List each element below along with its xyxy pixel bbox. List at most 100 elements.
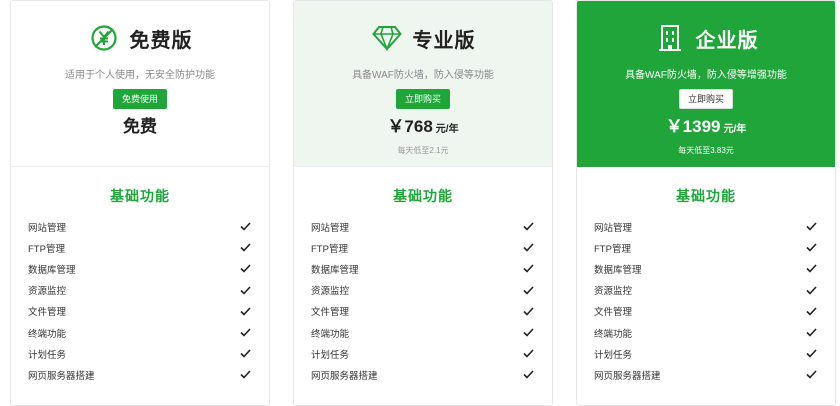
buy-now-button[interactable]: 立即购买 — [395, 89, 450, 109]
free-use-button[interactable]: 免费使用 — [112, 89, 167, 109]
check-icon — [805, 305, 817, 317]
feature-label: 网页服务器搭建 — [311, 370, 378, 382]
check-icon — [805, 221, 817, 233]
no-money-icon — [88, 22, 120, 54]
feature-label: 文件管理 — [594, 307, 633, 319]
list-item: 网站管理 — [28, 216, 251, 237]
price-amount: ￥768 — [387, 117, 433, 136]
plan-card-free: 免费版 适用于个人使用，无安全防护功能 免费使用 免费 基础功能 网站管理 FT… — [10, 0, 270, 406]
check-icon — [522, 305, 534, 317]
list-item: 计划任务 — [311, 343, 534, 364]
list-item: 资源监控 — [28, 280, 251, 301]
check-icon — [522, 242, 534, 254]
list-item: 网站管理 — [594, 216, 817, 237]
check-icon — [239, 327, 251, 339]
plan-header: 免费版 适用于个人使用，无安全防护功能 免费使用 免费 — [11, 1, 269, 167]
feature-label: 网站管理 — [28, 222, 67, 234]
feature-label: 资源监控 — [594, 286, 633, 298]
check-icon — [522, 327, 534, 339]
feature-label: 终端功能 — [28, 328, 67, 340]
price-unit: 元/年 — [723, 124, 747, 135]
check-icon — [239, 263, 251, 275]
feature-label: 网页服务器搭建 — [28, 370, 95, 382]
plan-header: 专业版 具备WAF防火墙，防入侵等功能 立即购买 ￥768 元/年 每天低至2.1… — [294, 1, 552, 167]
list-item: 终端功能 — [28, 322, 251, 343]
list-item: 文件管理 — [28, 301, 251, 322]
list-item: 计划任务 — [28, 343, 251, 364]
check-icon — [239, 221, 251, 233]
check-icon — [239, 348, 251, 360]
plan-card-enterprise: 企业版 具备WAF防火墙，防入侵等增强功能 立即购买 ￥1399 元/年 每天低至… — [576, 0, 836, 406]
list-item: 网页服务器搭建 — [311, 364, 534, 385]
plan-title-row: 企业版 — [577, 1, 835, 57]
check-icon — [239, 305, 251, 317]
check-icon — [522, 221, 534, 233]
check-icon — [805, 348, 817, 360]
list-item: 资源监控 — [594, 280, 817, 301]
price-unit: 元/年 — [435, 124, 459, 135]
check-icon — [805, 263, 817, 275]
feature-label: 数据库管理 — [28, 264, 76, 276]
plan-title-row: 免费版 — [11, 1, 269, 57]
diamond-icon — [371, 22, 403, 54]
list-item: 文件管理 — [594, 301, 817, 322]
feature-list: 网站管理 FTP管理 数据库管理 资源监控 文件管理 终端功能 计划任务 网页服… — [11, 216, 269, 386]
check-icon — [522, 284, 534, 296]
plan-header: 企业版 具备WAF防火墙，防入侵等增强功能 立即购买 ￥1399 元/年 每天低至… — [577, 1, 835, 167]
list-item: 资源监控 — [311, 280, 534, 301]
price-text: 免费 — [123, 117, 157, 136]
feature-label: 终端功能 — [311, 328, 350, 340]
check-icon — [805, 284, 817, 296]
price-amount: ￥1399 — [665, 117, 721, 136]
list-item: 数据库管理 — [594, 258, 817, 279]
check-icon — [239, 242, 251, 254]
plan-description: 具备WAF防火墙，防入侵等功能 — [352, 70, 494, 81]
feature-label: 数据库管理 — [311, 264, 359, 276]
plan-description: 具备WAF防火墙，防入侵等增强功能 — [625, 70, 787, 81]
list-item: 终端功能 — [594, 322, 817, 343]
features-title: 基础功能 — [110, 188, 170, 204]
feature-label: 数据库管理 — [594, 264, 642, 276]
check-icon — [239, 284, 251, 296]
plan-name: 免费版 — [129, 29, 193, 52]
list-item: 网页服务器搭建 — [28, 364, 251, 385]
check-icon — [805, 369, 817, 381]
feature-label: 计划任务 — [594, 349, 633, 361]
feature-label: FTP管理 — [28, 243, 65, 255]
plan-price: 免费 — [11, 115, 269, 139]
feature-label: FTP管理 — [311, 243, 348, 255]
plan-price: ￥1399 元/年 — [577, 115, 835, 139]
feature-label: 网页服务器搭建 — [594, 370, 661, 382]
feature-label: 资源监控 — [28, 286, 67, 298]
list-item: FTP管理 — [28, 237, 251, 258]
feature-label: FTP管理 — [594, 243, 631, 255]
check-icon — [522, 348, 534, 360]
list-item: 网站管理 — [311, 216, 534, 237]
plan-price: ￥768 元/年 — [294, 115, 552, 139]
list-item: FTP管理 — [594, 237, 817, 258]
list-item: 文件管理 — [311, 301, 534, 322]
feature-label: 终端功能 — [594, 328, 633, 340]
feature-label: 计划任务 — [311, 349, 350, 361]
check-icon — [239, 369, 251, 381]
feature-label: 网站管理 — [311, 222, 350, 234]
plan-card-pro: 专业版 具备WAF防火墙，防入侵等功能 立即购买 ￥768 元/年 每天低至2.1… — [293, 0, 553, 406]
feature-label: 资源监控 — [311, 286, 350, 298]
check-icon — [522, 369, 534, 381]
daily-price-note: 每天低至2.1元 — [397, 146, 449, 155]
feature-label: 计划任务 — [28, 349, 67, 361]
feature-label: 网站管理 — [594, 222, 633, 234]
buy-now-button[interactable]: 立即购买 — [678, 89, 733, 109]
list-item: 网页服务器搭建 — [594, 364, 817, 385]
check-icon — [805, 242, 817, 254]
plan-description: 适用于个人使用，无安全防护功能 — [65, 70, 215, 81]
plan-name: 企业版 — [695, 29, 759, 52]
list-item: 计划任务 — [594, 343, 817, 364]
list-item: FTP管理 — [311, 237, 534, 258]
daily-price-note: 每天低至3.83元 — [678, 146, 734, 155]
feature-list: 网站管理 FTP管理 数据库管理 资源监控 文件管理 终端功能 计划任务 网页服… — [577, 216, 835, 386]
plan-title-row: 专业版 — [294, 1, 552, 57]
plan-name: 专业版 — [412, 29, 476, 52]
check-icon — [805, 327, 817, 339]
check-icon — [522, 263, 534, 275]
